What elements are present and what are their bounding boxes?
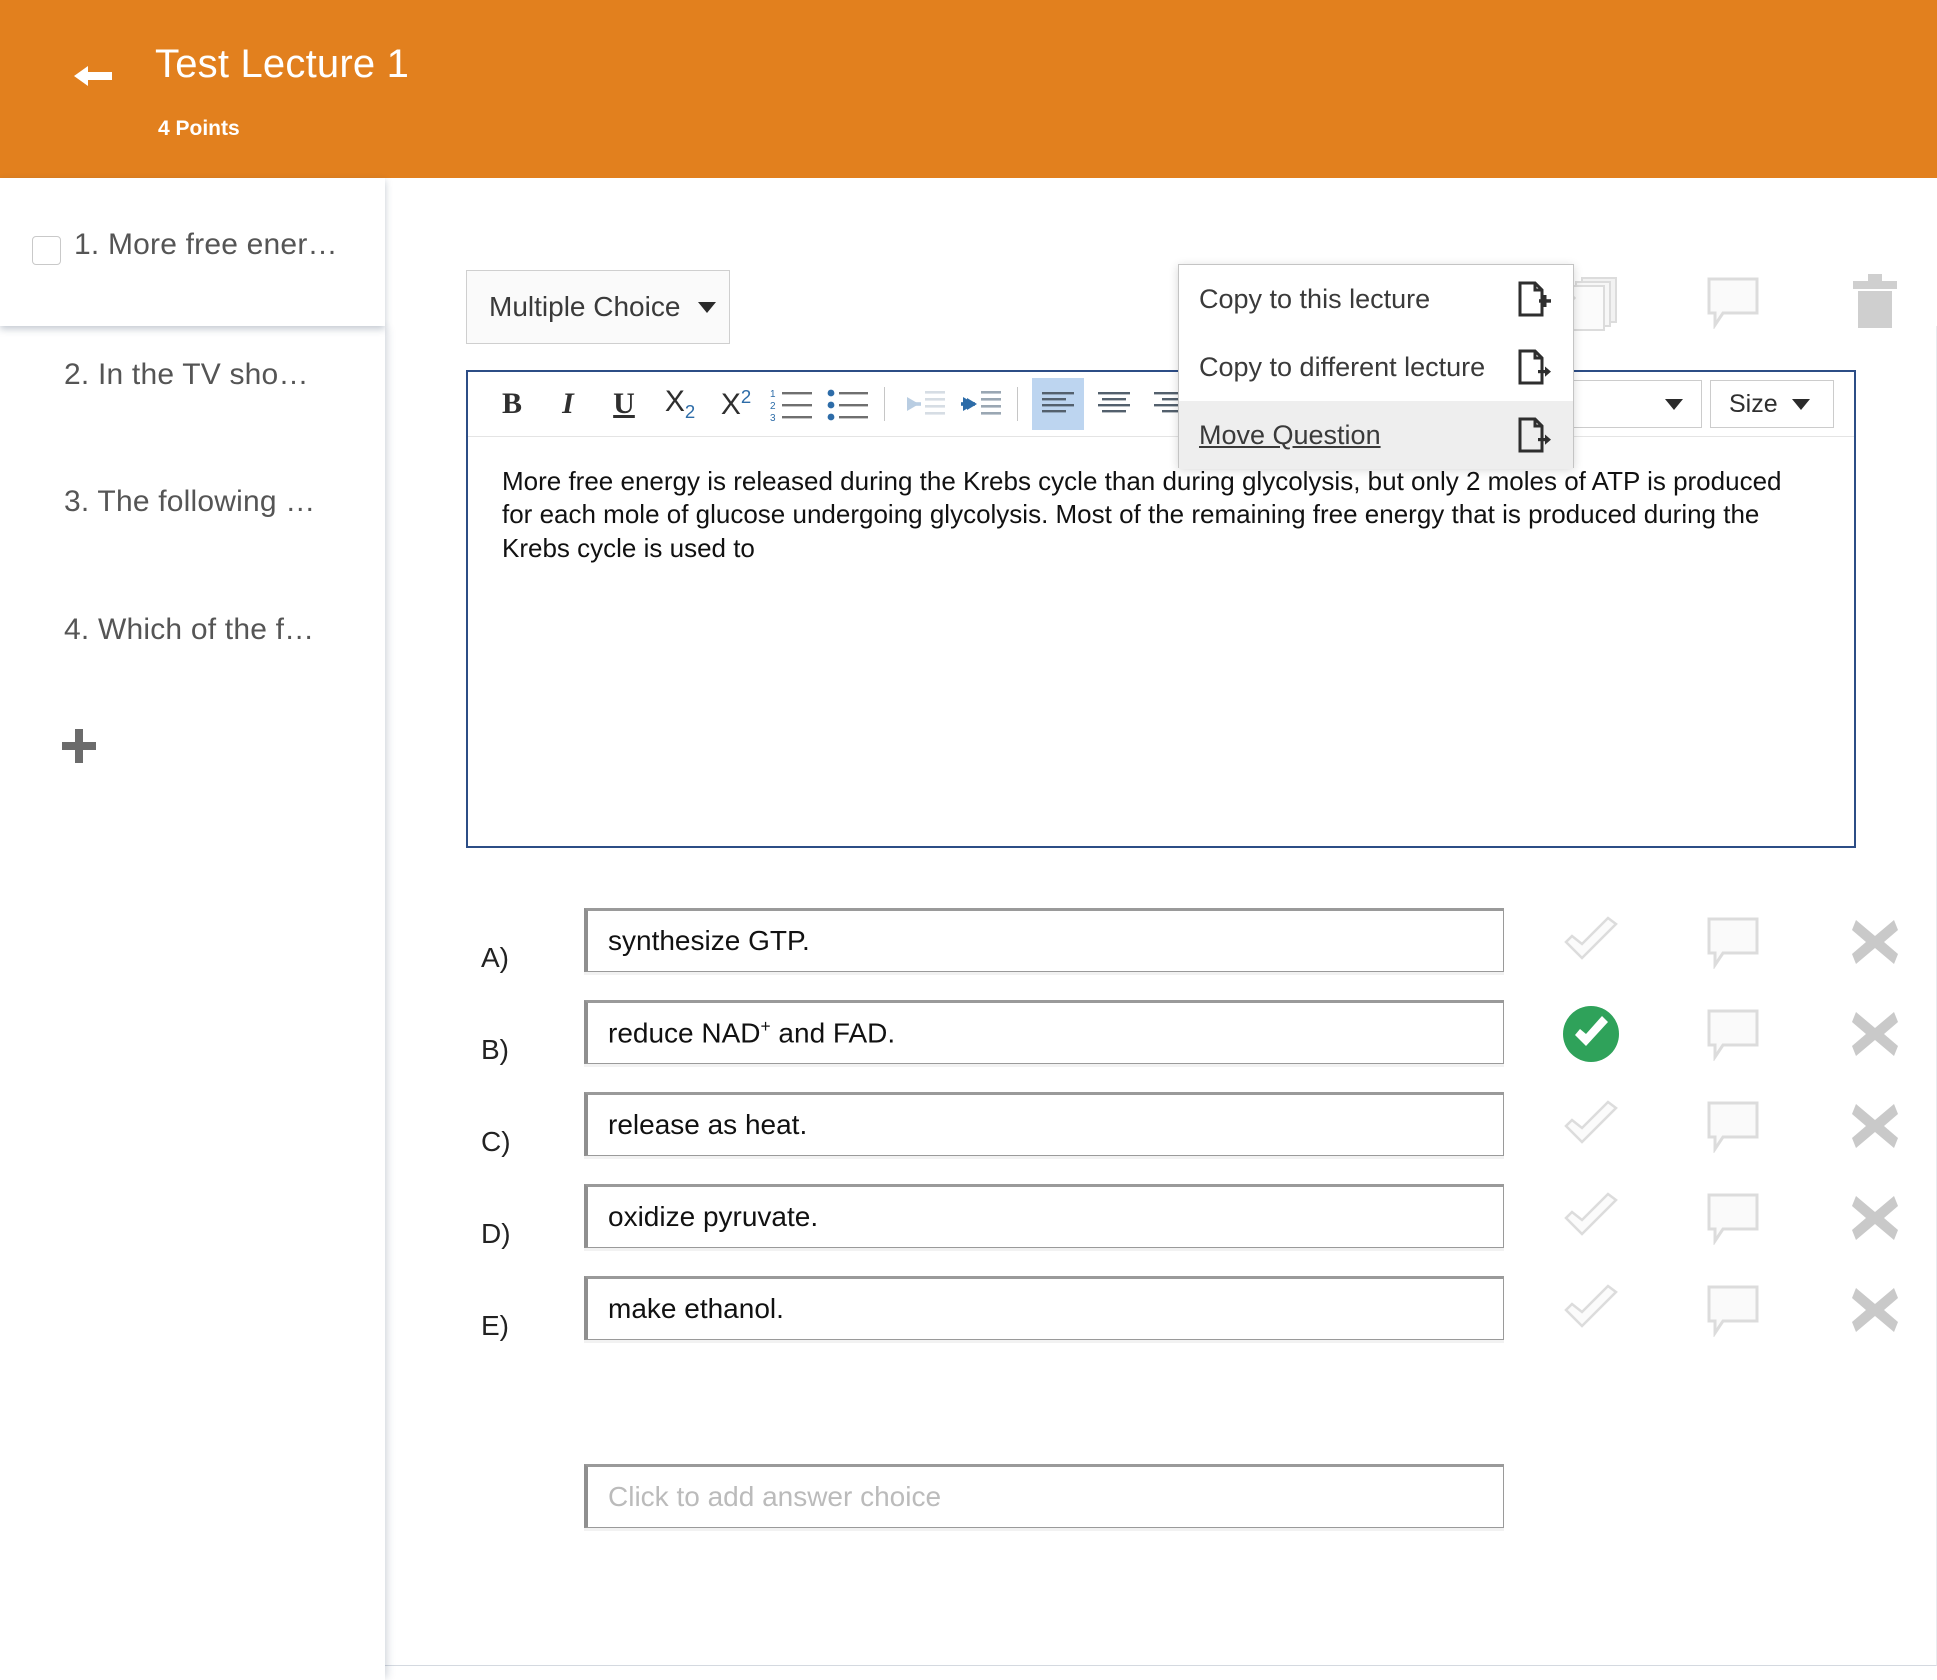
answer-letter: A): [481, 942, 509, 974]
mark-correct-icon[interactable]: [1560, 1096, 1622, 1161]
align-center-icon: [1096, 389, 1132, 419]
comment-icon[interactable]: [1705, 1283, 1761, 1342]
menu-item-copy-to-different-lecture[interactable]: Copy to different lecture: [1179, 333, 1573, 401]
answer-letter: B): [481, 1034, 509, 1066]
page-title: Test Lecture 1: [155, 42, 409, 87]
font-size-value: Size: [1729, 390, 1778, 419]
answer-text: release as heat.: [608, 1109, 807, 1141]
answer-text-input[interactable]: synthesize GTP.: [584, 908, 1504, 972]
align-left-icon: [1040, 389, 1076, 419]
toolbar-divider-2: [1017, 387, 1018, 421]
chevron-down-icon: [1792, 399, 1810, 410]
question-text-area[interactable]: More free energy is released during the …: [468, 437, 1854, 846]
add-answer-choice-input[interactable]: Click to add answer choice: [584, 1464, 1504, 1528]
indent-icon: [959, 388, 1003, 420]
delete-answer-icon[interactable]: [1848, 1008, 1902, 1065]
question-type-value: Multiple Choice: [489, 291, 680, 323]
answer-letter: C): [481, 1126, 511, 1158]
align-left-button[interactable]: [1032, 378, 1084, 430]
comment-icon[interactable]: [1705, 915, 1761, 974]
answer-letter: D): [481, 1218, 511, 1250]
points-label: 4 Points: [158, 117, 240, 141]
chevron-down-icon: [1665, 399, 1683, 410]
app-root: Test Lecture 1 4 Points 1. More free ene…: [0, 0, 1937, 1680]
mark-correct-icon[interactable]: [1560, 1188, 1622, 1253]
font-size-dropdown[interactable]: Size: [1710, 380, 1834, 428]
mark-correct-icon[interactable]: [1560, 1004, 1622, 1069]
delete-answer-icon[interactable]: [1848, 1284, 1902, 1341]
svg-text:1: 1: [770, 389, 776, 400]
mark-correct-icon[interactable]: [1560, 912, 1622, 977]
sidebar-item-question-3[interactable]: 3. The following …: [64, 485, 316, 519]
question-text: More free energy is released during the …: [502, 465, 1792, 565]
sidebar-item-question-4[interactable]: 4. Which of the f…: [64, 613, 314, 647]
svg-text:2: 2: [770, 401, 776, 412]
toolbar-divider-1: [884, 387, 885, 421]
subscript-button[interactable]: X2: [654, 378, 706, 430]
numbered-list-icon: 1 2 3: [770, 387, 814, 421]
delete-answer-icon[interactable]: [1848, 1100, 1902, 1157]
comment-icon[interactable]: [1705, 1007, 1761, 1066]
answer-text: oxidize pyruvate.: [608, 1201, 818, 1233]
svg-text:3: 3: [770, 413, 776, 421]
numbered-list-button[interactable]: 1 2 3: [766, 378, 818, 430]
underline-icon: U: [613, 387, 635, 421]
question-type-dropdown[interactable]: Multiple Choice: [466, 270, 730, 344]
answer-text: synthesize GTP.: [608, 925, 810, 957]
superscript-button[interactable]: X2: [710, 378, 762, 430]
bold-button[interactable]: B: [486, 378, 538, 430]
outdent-icon: [903, 388, 947, 420]
bullet-list-icon: [826, 387, 870, 421]
bold-icon: B: [502, 387, 522, 421]
copy-to-page-icon: [1517, 281, 1551, 322]
underline-button[interactable]: U: [598, 378, 650, 430]
answer-letter: E): [481, 1310, 509, 1342]
add-question-button[interactable]: [58, 725, 102, 769]
mark-correct-icon[interactable]: [1560, 1280, 1622, 1345]
menu-item-copy-to-this-lecture[interactable]: Copy to this lecture: [1179, 265, 1573, 333]
answer-text-input[interactable]: reduce NAD+ and FAD.: [584, 1000, 1504, 1064]
menu-item-label: Copy to this lecture: [1199, 284, 1430, 315]
menu-item-label: Copy to different lecture: [1199, 352, 1485, 383]
back-arrow-icon[interactable]: [70, 56, 116, 96]
comment-icon[interactable]: [1705, 1191, 1761, 1250]
outdent-button[interactable]: [899, 378, 951, 430]
indent-button[interactable]: [955, 378, 1007, 430]
sidebar-question-list: [0, 326, 385, 1680]
answer-text-input[interactable]: make ethanol.: [584, 1276, 1504, 1340]
align-center-button[interactable]: [1088, 378, 1140, 430]
menu-item-label: Move Question: [1199, 420, 1381, 451]
superscript-icon: X2: [721, 386, 751, 422]
italic-button[interactable]: I: [542, 378, 594, 430]
bullet-list-button[interactable]: [822, 378, 874, 430]
answer-text: reduce NAD+ and FAD.: [608, 1016, 895, 1049]
answer-text-input[interactable]: release as heat.: [584, 1092, 1504, 1156]
answer-text-input[interactable]: oxidize pyruvate.: [584, 1184, 1504, 1248]
subscript-icon: X2: [665, 385, 695, 423]
add-answer-placeholder: Click to add answer choice: [608, 1481, 941, 1513]
delete-icon[interactable]: [1850, 272, 1900, 335]
comment-icon[interactable]: [1705, 275, 1761, 334]
italic-icon: I: [562, 387, 574, 421]
rich-text-toolbar: B I U X2 X2 1 2 3: [468, 372, 1854, 437]
comment-icon[interactable]: [1705, 1099, 1761, 1158]
menu-item-move-question[interactable]: Move Question: [1179, 401, 1573, 469]
question-text-editor[interactable]: B I U X2 X2 1 2 3: [466, 370, 1856, 848]
question-context-menu: Copy to this lecture Copy to different l…: [1178, 264, 1574, 468]
page-header: Test Lecture 1 4 Points: [0, 0, 1937, 178]
answer-text: make ethanol.: [608, 1293, 784, 1325]
move-page-icon: [1517, 417, 1551, 458]
delete-answer-icon[interactable]: [1848, 1192, 1902, 1249]
copy-out-page-icon: [1517, 349, 1551, 390]
question-1-checkbox[interactable]: [32, 236, 61, 265]
delete-answer-icon[interactable]: [1848, 916, 1902, 973]
sidebar-item-question-1[interactable]: 1. More free ener…: [74, 228, 338, 262]
chevron-down-icon: [698, 302, 716, 313]
sidebar-item-question-2[interactable]: 2. In the TV sho…: [64, 358, 309, 392]
